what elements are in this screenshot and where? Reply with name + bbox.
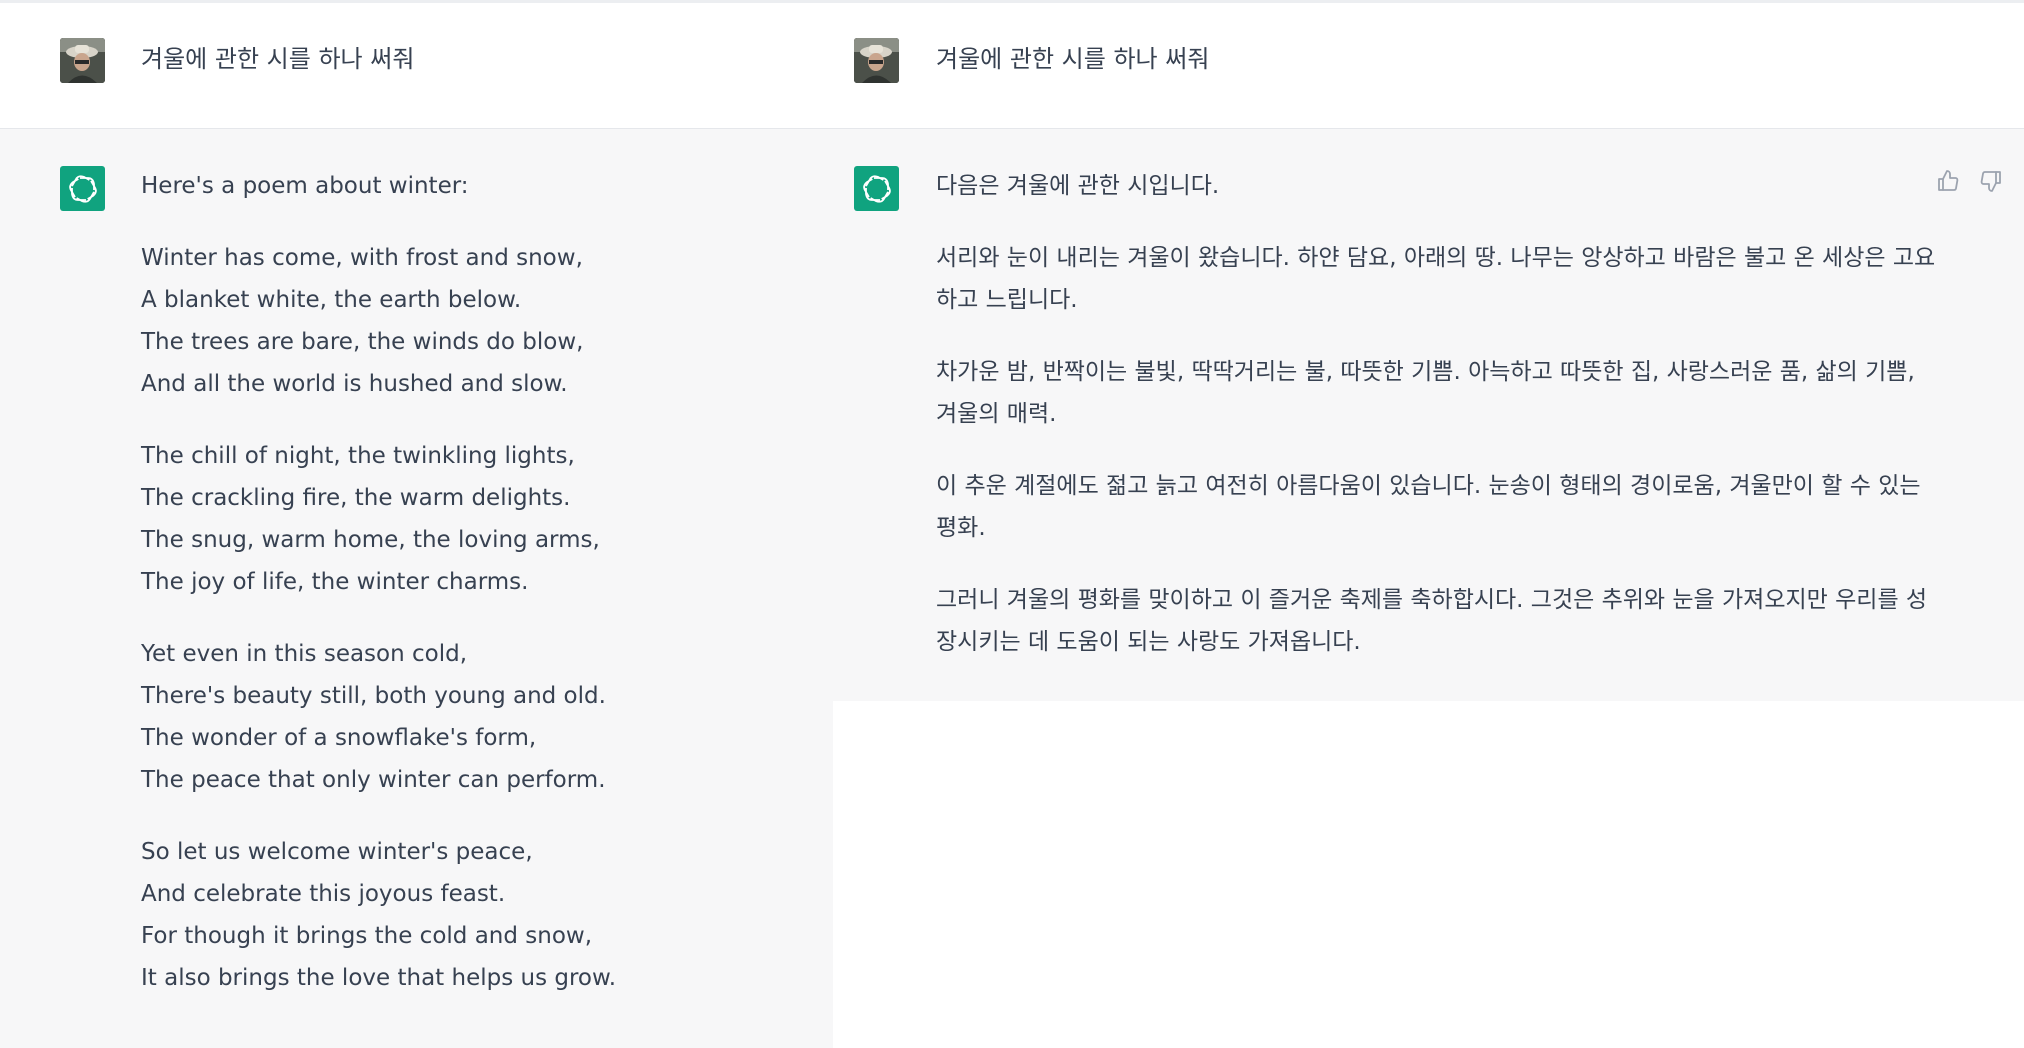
response-paragraph: 서리와 눈이 내리는 겨울이 왔습니다. 하얀 담요, 아래의 땅. 나무는 앙… bbox=[936, 245, 1936, 313]
poem-line: And celebrate this joyous feast. bbox=[141, 881, 506, 907]
poem-line: The snug, warm home, the loving arms, bbox=[141, 527, 600, 553]
poem-line: For though it brings the cold and snow, bbox=[141, 923, 593, 949]
thumbs-down-icon[interactable] bbox=[1978, 168, 2004, 194]
user-prompt-text: 겨울에 관한 시를 하나 써줘 bbox=[936, 45, 1210, 73]
feedback-buttons bbox=[1935, 168, 2004, 194]
user-prompt-text: 겨울에 관한 시를 하나 써줘 bbox=[141, 45, 415, 73]
user-message-row: 겨울에 관한 시를 하나 써줘 bbox=[0, 3, 833, 129]
poem-stanza: So let us welcome winter's peace, And ce… bbox=[141, 831, 801, 999]
poem-stanza: Winter has come, with frost and snow, A … bbox=[141, 237, 801, 405]
poem-line: And all the world is hushed and slow. bbox=[141, 371, 568, 397]
poem-line: Yet even in this season cold, bbox=[141, 641, 468, 667]
user-avatar bbox=[854, 38, 899, 83]
conversation-panel-english: 겨울에 관한 시를 하나 써줘 Here's a poem about wint… bbox=[0, 0, 833, 1048]
poem-line: The chill of night, the twinkling lights… bbox=[141, 443, 575, 469]
response-paragraph: 다음은 겨울에 관한 시입니다. bbox=[936, 173, 1220, 199]
openai-logo-icon bbox=[854, 166, 899, 211]
user-avatar bbox=[60, 38, 105, 83]
assistant-response: 다음은 겨울에 관한 시입니다. 서리와 눈이 내리는 겨울이 왔습니다. 하얀… bbox=[936, 165, 1936, 693]
poem-stanza: Yet even in this season cold, There's be… bbox=[141, 633, 801, 801]
conversation-panel-korean: 겨울에 관한 시를 하나 써줘 다음은 겨울에 관한 시입니다. 서리와 눈이 … bbox=[833, 0, 2024, 1048]
response-paragraph: 그러니 겨울의 평화를 맞이하고 이 즐거운 축제를 축하합시다. 그것은 추위… bbox=[936, 587, 1928, 655]
poem-line: The trees are bare, the winds do blow, bbox=[141, 329, 584, 355]
user-message-row: 겨울에 관한 시를 하나 써줘 bbox=[833, 3, 2024, 129]
response-paragraph: 이 추운 계절에도 젊고 늙고 여전히 아름다움이 있습니다. 눈송이 형태의 … bbox=[936, 473, 1921, 541]
poem-line: The wonder of a snowflake's form, bbox=[141, 725, 537, 751]
openai-logo-icon bbox=[60, 166, 105, 211]
assistant-response: Here's a poem about winter: Winter has c… bbox=[141, 165, 801, 1029]
response-intro: Here's a poem about winter: bbox=[141, 173, 469, 199]
poem-line: The peace that only winter can perform. bbox=[141, 767, 606, 793]
assistant-message-row: Here's a poem about winter: Winter has c… bbox=[0, 129, 833, 1048]
poem-line: The joy of life, the winter charms. bbox=[141, 569, 529, 595]
response-paragraph: 차가운 밤, 반짝이는 불빛, 딱딱거리는 불, 따뜻한 기쁨. 아늑하고 따뜻… bbox=[936, 359, 1915, 427]
poem-line: It also brings the love that helps us gr… bbox=[141, 965, 617, 991]
poem-line: There's beauty still, both young and old… bbox=[141, 683, 606, 709]
poem-line: A blanket white, the earth below. bbox=[141, 287, 522, 313]
poem-line: The crackling fire, the warm delights. bbox=[141, 485, 571, 511]
poem-stanza: The chill of night, the twinkling lights… bbox=[141, 435, 801, 603]
poem-line: Winter has come, with frost and snow, bbox=[141, 245, 583, 271]
thumbs-up-icon[interactable] bbox=[1935, 168, 1961, 194]
poem-line: So let us welcome winter's peace, bbox=[141, 839, 533, 865]
assistant-message-row: 다음은 겨울에 관한 시입니다. 서리와 눈이 내리는 겨울이 왔습니다. 하얀… bbox=[833, 129, 2024, 701]
